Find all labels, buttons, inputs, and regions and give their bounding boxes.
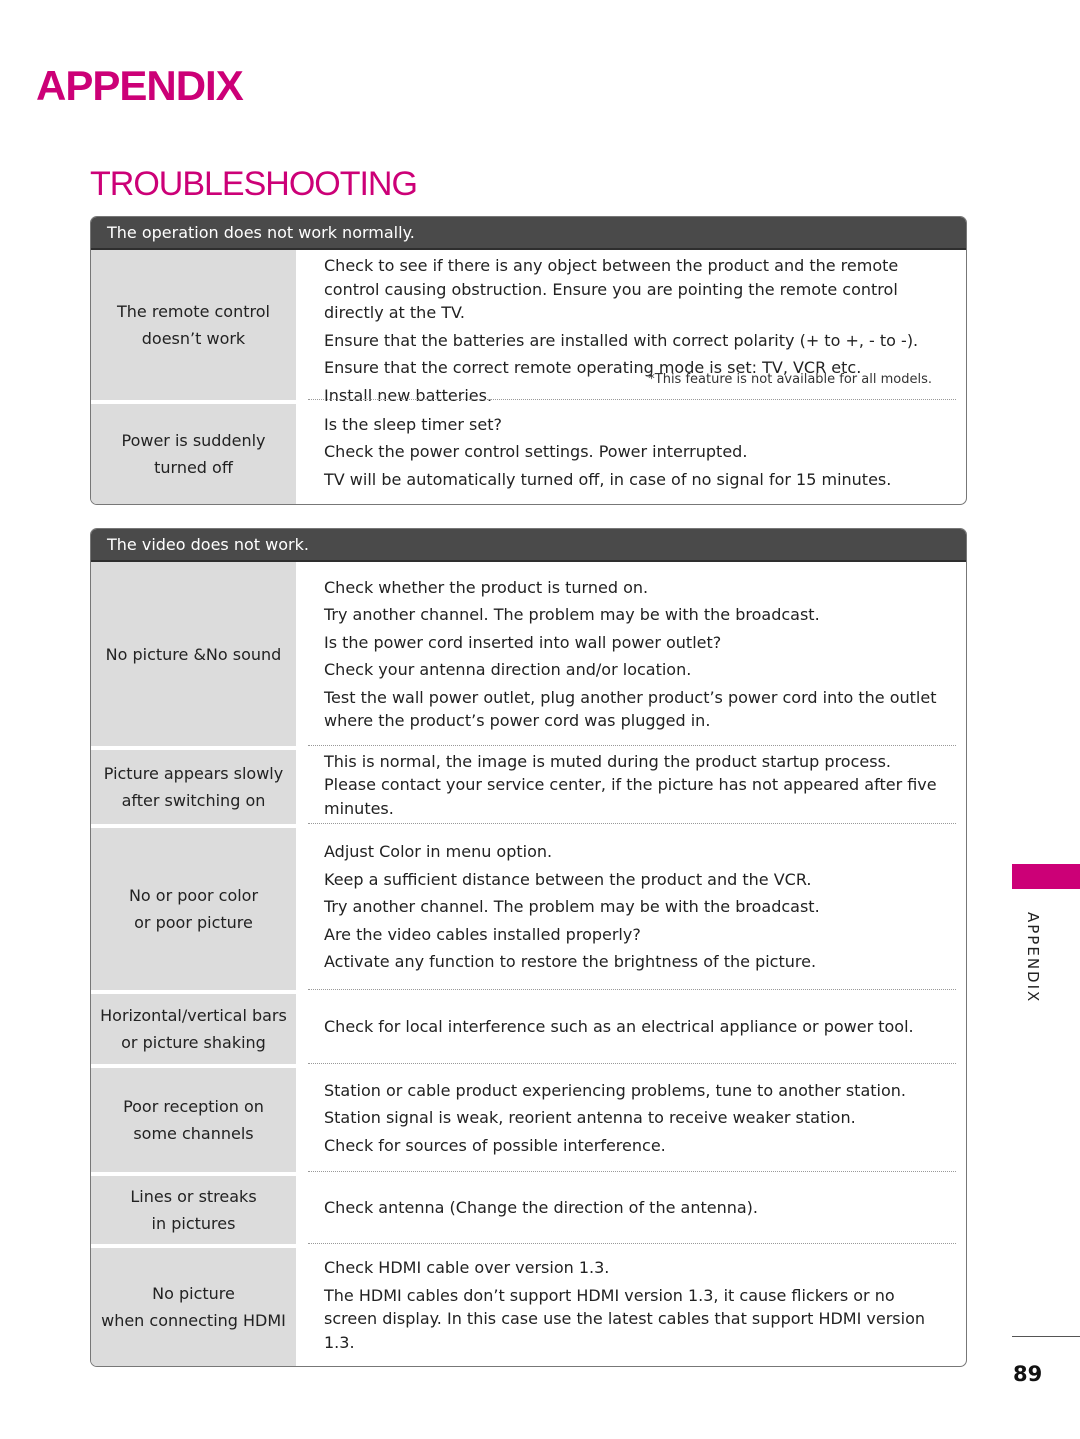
- problem-label: No picture when connecting HDMI: [91, 1244, 296, 1366]
- problem-line: Power is suddenly: [121, 431, 266, 450]
- solution-item: Station or cable product experiencing pr…: [324, 1080, 906, 1100]
- solution-item: Check antenna (Change the direction of t…: [324, 1198, 758, 1218]
- table-row: Horizontal/vertical bars or picture shak…: [91, 990, 966, 1064]
- problem-line: No picture: [152, 1284, 235, 1303]
- problem-line: doesn’t work: [141, 329, 246, 348]
- solution-item: Activate any function to restore the bri…: [324, 952, 817, 972]
- problem-line: Picture appears slowly: [103, 764, 284, 783]
- solution-item: This is normal, the image is muted durin…: [324, 751, 937, 818]
- solution-item: Is the power cord inserted into wall pow…: [324, 632, 722, 652]
- table-row: The remote control doesn’t work Check to…: [91, 250, 966, 405]
- table-row: Power is suddenly turned off Is the slee…: [91, 400, 966, 504]
- table-row: No or poor color or poor picture Adjust …: [91, 824, 966, 990]
- table-row: No picture when connecting HDMI Check HD…: [91, 1244, 966, 1366]
- solution-item: Check to see if there is any object betw…: [324, 256, 899, 322]
- solution-list: Check for local interference such as an …: [296, 990, 966, 1064]
- section-title: TROUBLESHOOTING: [90, 165, 418, 203]
- solution-item: Are the video cables installed properly?: [324, 924, 641, 944]
- solution-list: Check HDMI cable over version 1.3. The H…: [296, 1244, 966, 1366]
- solution-item: Check your antenna direction and/or loca…: [324, 660, 692, 679]
- solution-item: Check for sources of possible interferen…: [324, 1135, 666, 1155]
- chapter-title: APPENDIX: [36, 62, 244, 109]
- problem-line: or picture shaking: [121, 1033, 266, 1052]
- solution-item: The HDMI cables don’t support HDMI versi…: [324, 1285, 926, 1352]
- solution-item: Is the sleep timer set?: [324, 414, 502, 434]
- problem-line: No picture &No sound: [105, 644, 282, 664]
- chapter-tab-marker: [1012, 864, 1080, 889]
- problem-line: in pictures: [151, 1214, 236, 1233]
- panel-header: The operation does not work normally.: [91, 217, 966, 250]
- problem-line: turned off: [154, 458, 233, 477]
- problem-label: Horizontal/vertical bars or picture shak…: [91, 990, 296, 1064]
- solution-item: Adjust Color in menu option.: [324, 842, 553, 862]
- page-number-rule: [1012, 1336, 1080, 1337]
- solution-list: Check antenna (Change the direction of t…: [296, 1172, 966, 1244]
- problem-label: No picture &No sound: [91, 562, 296, 746]
- solution-list: Is the sleep timer set? Check the power …: [296, 400, 966, 504]
- problem-label: The remote control doesn’t work: [91, 250, 296, 400]
- solution-list: This is normal, the image is muted durin…: [296, 746, 966, 824]
- solution-item: Station signal is weak, reorient antenna…: [324, 1108, 856, 1128]
- solution-list: Adjust Color in menu option. Keep a suff…: [296, 824, 966, 990]
- solution-list: Station or cable product experiencing pr…: [296, 1064, 966, 1172]
- table-row: Picture appears slowly after switching o…: [91, 746, 966, 824]
- problem-label: Power is suddenly turned off: [91, 400, 296, 504]
- solution-item: Try another channel. The problem may be …: [324, 897, 820, 917]
- problem-line: Horizontal/vertical bars: [100, 1006, 287, 1025]
- solution-list: Check whether the product is turned on. …: [296, 562, 966, 746]
- solution-item: Ensure that the batteries are installed …: [324, 330, 919, 350]
- problem-line: when connecting HDMI: [101, 1311, 286, 1330]
- problem-line: after switching on: [121, 791, 266, 810]
- solution-item: Test the wall power outlet, plug another…: [324, 687, 937, 731]
- problem-line: Lines or streaks: [130, 1187, 257, 1206]
- problem-line: or poor picture: [134, 913, 253, 932]
- panel-video: The video does not work. No picture &No …: [90, 528, 967, 1367]
- problem-line: The remote control: [117, 302, 270, 321]
- solution-item: TV will be automatically turned off, in …: [324, 469, 892, 489]
- problem-line: Poor reception on: [123, 1097, 264, 1116]
- solution-item: Check whether the product is turned on.: [324, 577, 649, 597]
- problem-label: Poor reception on some channels: [91, 1064, 296, 1172]
- table-row: No picture &No sound Check whether the p…: [91, 562, 966, 746]
- table-row: Poor reception on some channels Station …: [91, 1064, 966, 1172]
- solution-item: Try another channel. The problem may be …: [324, 605, 820, 624]
- problem-line: some channels: [133, 1124, 254, 1143]
- panel-operation: The operation does not work normally. Th…: [90, 216, 967, 505]
- solution-item: Keep a sufficient distance between the p…: [324, 869, 812, 889]
- footnote: *This feature is not available for all m…: [648, 372, 932, 387]
- problem-line: No or poor color: [128, 886, 259, 905]
- side-chapter-label: APPENDIX: [1024, 912, 1042, 1004]
- solution-item: Check the power control settings. Power …: [324, 442, 748, 462]
- panel-header: The video does not work.: [91, 529, 966, 562]
- problem-label: Picture appears slowly after switching o…: [91, 746, 296, 824]
- solution-item: Check HDMI cable over version 1.3.: [324, 1258, 610, 1277]
- page-number: 89: [1013, 1362, 1043, 1386]
- table-row: Lines or streaks in pictures Check anten…: [91, 1172, 966, 1244]
- solution-item: Check for local interference such as an …: [324, 1017, 914, 1037]
- problem-label: Lines or streaks in pictures: [91, 1172, 296, 1244]
- problem-label: No or poor color or poor picture: [91, 824, 296, 990]
